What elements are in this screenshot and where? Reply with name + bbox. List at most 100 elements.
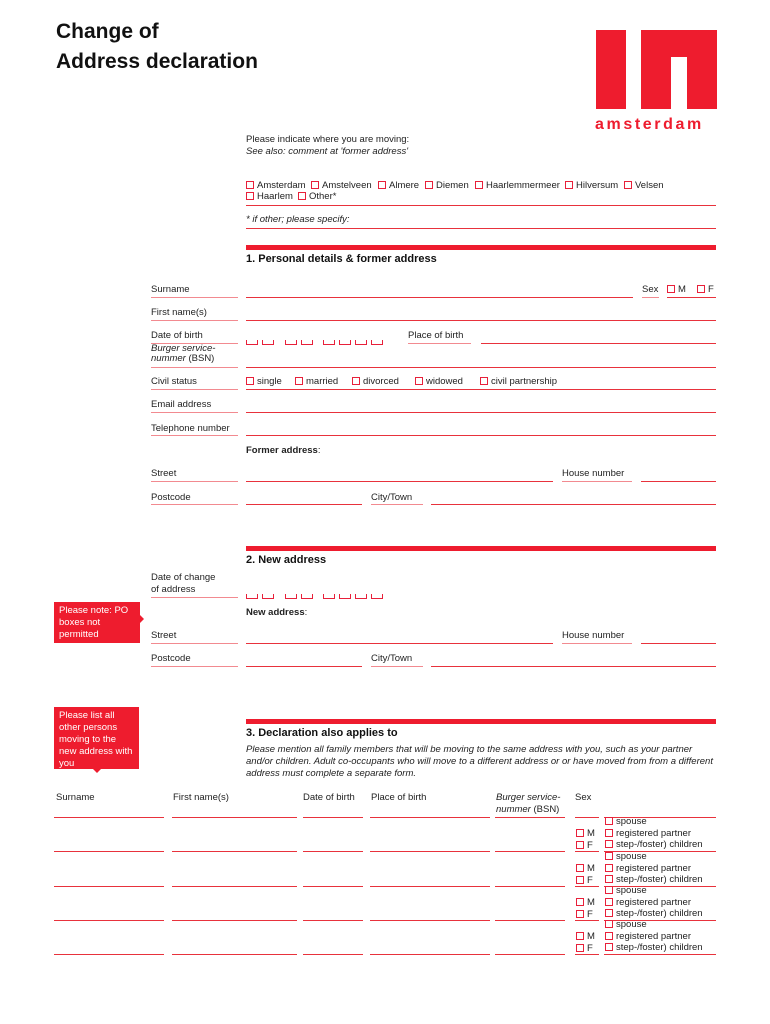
relation-option[interactable]: registered partner bbox=[605, 828, 691, 839]
person-field[interactable] bbox=[303, 886, 363, 887]
person-field[interactable] bbox=[172, 886, 297, 887]
digit-box[interactable] bbox=[262, 340, 274, 345]
person-field[interactable] bbox=[54, 851, 164, 852]
digit-box[interactable] bbox=[301, 340, 313, 345]
checkbox[interactable] bbox=[576, 944, 584, 952]
relation-option[interactable]: step-/foster) children bbox=[605, 874, 703, 885]
digit-box[interactable] bbox=[323, 340, 335, 345]
digit-box[interactable] bbox=[339, 594, 351, 599]
person-field[interactable] bbox=[495, 851, 565, 852]
new-street-field[interactable] bbox=[246, 643, 553, 644]
bsn-field[interactable] bbox=[246, 367, 716, 368]
digit-box[interactable] bbox=[262, 594, 274, 599]
checkbox[interactable] bbox=[576, 841, 584, 849]
option-hilversum[interactable]: Hilversum bbox=[565, 180, 618, 191]
checkbox[interactable] bbox=[378, 181, 386, 189]
checkbox[interactable] bbox=[246, 181, 254, 189]
surname-field[interactable] bbox=[246, 297, 633, 298]
relation-option[interactable]: step-/foster) children bbox=[605, 942, 703, 953]
option-amsterdam[interactable]: Amsterdam bbox=[246, 180, 306, 191]
sex-option-m[interactable]: M bbox=[576, 897, 595, 908]
person-field[interactable] bbox=[172, 954, 297, 955]
checkbox[interactable] bbox=[605, 897, 613, 906]
relation-option[interactable]: registered partner bbox=[605, 897, 691, 908]
checkbox[interactable] bbox=[605, 931, 613, 940]
checkbox[interactable] bbox=[246, 192, 254, 200]
digit-box[interactable] bbox=[355, 340, 367, 345]
checkbox[interactable] bbox=[624, 181, 632, 189]
person-field[interactable] bbox=[303, 920, 363, 921]
checkbox[interactable] bbox=[605, 852, 613, 860]
checkbox[interactable] bbox=[605, 875, 613, 883]
house-number-field[interactable] bbox=[641, 481, 716, 482]
email-field[interactable] bbox=[246, 412, 716, 413]
option-other[interactable]: Other* bbox=[298, 191, 336, 202]
digit-box[interactable] bbox=[301, 594, 313, 599]
checkbox[interactable] bbox=[605, 828, 613, 837]
option-haarlemmermeer[interactable]: Haarlemmermeer bbox=[475, 180, 560, 191]
option-amstelveen[interactable]: Amstelveen bbox=[311, 180, 372, 191]
person-field[interactable] bbox=[370, 851, 490, 852]
person-field[interactable] bbox=[172, 851, 297, 852]
person-field[interactable] bbox=[54, 886, 164, 887]
sex-option-m[interactable]: M bbox=[576, 863, 595, 874]
person-field[interactable] bbox=[370, 886, 490, 887]
digit-box[interactable] bbox=[246, 594, 258, 599]
checkbox[interactable] bbox=[352, 377, 360, 385]
place-of-birth-field[interactable] bbox=[481, 343, 716, 344]
person-field[interactable] bbox=[370, 920, 490, 921]
telephone-field[interactable] bbox=[246, 435, 716, 436]
digit-box[interactable] bbox=[285, 340, 297, 345]
checkbox[interactable] bbox=[298, 192, 306, 200]
new-postcode-field[interactable] bbox=[246, 666, 362, 667]
relation-option[interactable]: spouse bbox=[605, 885, 647, 896]
checkbox[interactable] bbox=[576, 829, 584, 837]
relation-option[interactable]: spouse bbox=[605, 851, 647, 862]
civil-divorced[interactable]: divorced bbox=[352, 376, 399, 387]
person-field[interactable] bbox=[303, 954, 363, 955]
checkbox[interactable] bbox=[475, 181, 483, 189]
digit-box[interactable] bbox=[285, 594, 297, 599]
sex-option-m[interactable]: M bbox=[576, 828, 595, 839]
option-velsen[interactable]: Velsen bbox=[624, 180, 664, 191]
relation-option[interactable]: spouse bbox=[605, 816, 647, 827]
sex-option-f[interactable]: F bbox=[576, 875, 593, 886]
person-field[interactable] bbox=[495, 886, 565, 887]
checkbox[interactable] bbox=[565, 181, 573, 189]
checkbox[interactable] bbox=[246, 377, 254, 385]
checkbox[interactable] bbox=[425, 181, 433, 189]
sex-f-option[interactable]: F bbox=[697, 284, 714, 295]
checkbox[interactable] bbox=[295, 377, 303, 385]
checkbox[interactable] bbox=[311, 181, 319, 189]
checkbox[interactable] bbox=[605, 909, 613, 917]
person-field[interactable] bbox=[54, 920, 164, 921]
person-field[interactable] bbox=[370, 954, 490, 955]
relation-option[interactable]: registered partner bbox=[605, 863, 691, 874]
relation-option[interactable]: step-/foster) children bbox=[605, 908, 703, 919]
relation-option[interactable]: spouse bbox=[605, 919, 647, 930]
option-almere[interactable]: Almere bbox=[378, 180, 419, 191]
person-field[interactable] bbox=[172, 920, 297, 921]
first-names-field[interactable] bbox=[246, 320, 716, 321]
relation-option[interactable]: registered partner bbox=[605, 931, 691, 942]
sex-m-option[interactable]: M bbox=[667, 284, 686, 295]
person-field[interactable] bbox=[54, 954, 164, 955]
digit-box[interactable] bbox=[339, 340, 351, 345]
checkbox[interactable] bbox=[576, 910, 584, 918]
digit-box[interactable] bbox=[355, 594, 367, 599]
city-field[interactable] bbox=[431, 504, 716, 505]
digit-box[interactable] bbox=[371, 340, 383, 345]
digit-box[interactable] bbox=[323, 594, 335, 599]
checkbox[interactable] bbox=[576, 898, 584, 906]
other-specify-field[interactable] bbox=[246, 228, 716, 229]
new-city-field[interactable] bbox=[431, 666, 716, 667]
option-haarlem[interactable]: Haarlem bbox=[246, 191, 293, 202]
checkbox[interactable] bbox=[480, 377, 488, 385]
new-house-number-field[interactable] bbox=[641, 643, 716, 644]
sex-option-f[interactable]: F bbox=[576, 840, 593, 851]
sex-option-f[interactable]: F bbox=[576, 909, 593, 920]
sex-option-f[interactable]: F bbox=[576, 943, 593, 954]
checkbox[interactable] bbox=[415, 377, 423, 385]
digit-box[interactable] bbox=[371, 594, 383, 599]
civil-married[interactable]: married bbox=[295, 376, 338, 387]
